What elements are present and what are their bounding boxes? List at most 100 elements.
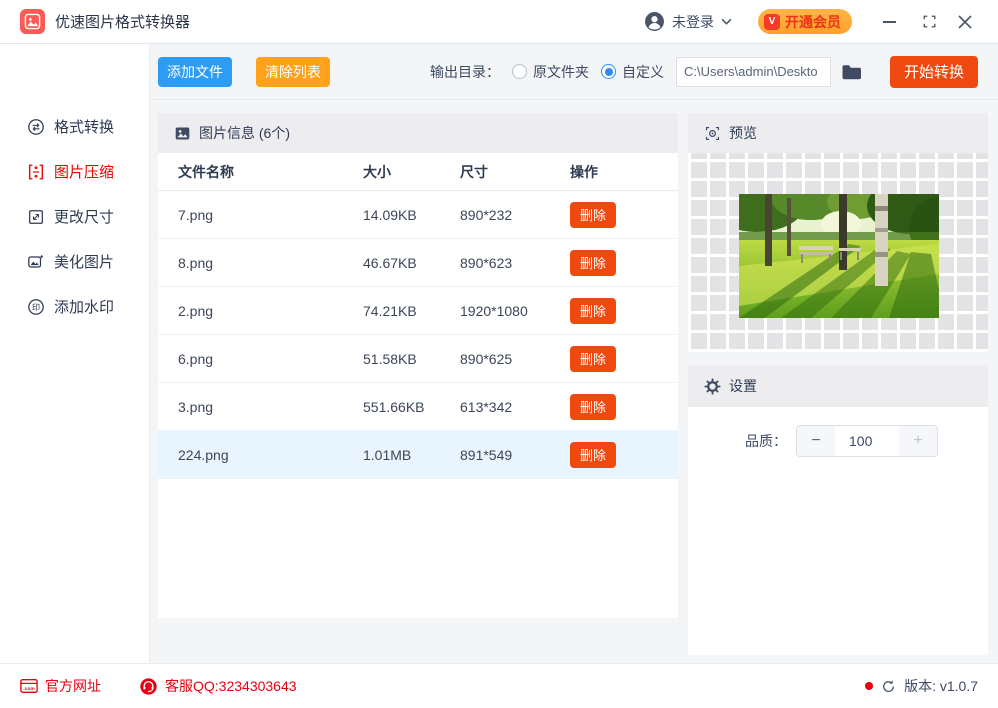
table-header-row: 文件名称 大小 尺寸 操作 [158,153,678,191]
file-name-cell: 7.png [178,206,214,223]
sidebar: 格式转换 图片压缩 更改尺寸 美化图片 印 添加水印 [0,44,150,663]
radio-custom-circle[interactable] [601,64,616,79]
folder-icon [842,64,861,79]
file-size-cell: 74.21KB [363,302,417,319]
image-compress-icon [29,164,43,179]
file-name-cell: 2.png [178,302,214,319]
table-row[interactable]: 2.png 74.21KB 1920*1080 删除 [158,287,678,335]
footer-bar: .com 官方网址 客服QQ:3234303643 版本: v1.0.7 [0,663,998,708]
preview-image[interactable] [739,194,939,318]
sidebar-item-watermark[interactable]: 印 添加水印 [0,284,149,329]
file-dimensions-cell: 890*625 [460,350,513,367]
file-action-cell: 删除 [570,201,678,228]
title-bar: 优速图片格式转换器 未登录 V 开通会员 [0,0,998,44]
quality-label: 品质： [745,433,787,449]
file-size-cell: 551.66KB [363,398,425,415]
radio-original-label: 原文件夹 [533,63,589,80]
user-icon [645,12,664,31]
close-button[interactable] [950,7,980,37]
resize-icon [29,209,43,224]
app-title: 优速图片格式转换器 [55,14,191,31]
format-convert-icon [28,118,44,135]
radio-original-folder[interactable]: 原文件夹 [512,62,589,82]
sidebar-item-resize[interactable]: 更改尺寸 [0,194,149,239]
app-logo-icon [20,9,45,34]
minimize-button[interactable] [874,7,904,37]
app-window: 优速图片格式转换器 未登录 V 开通会员 格式转换 图片压缩 更改尺寸 美化图片… [0,0,998,708]
maximize-icon [923,15,935,28]
file-size-cell: 1.01MB [363,446,412,463]
radio-original-circle[interactable] [512,64,527,79]
delete-button[interactable]: 删除 [570,345,616,372]
table-row[interactable]: 224.png 1.01MB 891*549 删除 [158,431,678,479]
file-action-cell: 删除 [570,345,678,372]
panel-gap [688,352,988,365]
settings-body: 品质： − + [688,407,988,655]
official-website-label: 官方网址 [45,678,101,694]
status-dot [865,682,874,690]
image-info-icon [175,127,190,139]
sidebar-item-label: 图片压缩 [54,164,115,181]
check-update-icon[interactable] [881,679,896,694]
quality-input[interactable] [835,426,899,456]
quality-decrease-button[interactable]: − [797,426,835,456]
version-value: v1.0.7 [939,678,978,694]
official-website-link[interactable]: .com 官方网址 [20,676,101,696]
radio-custom-folder[interactable]: 自定义 [601,62,664,82]
settings-header: 设置 [688,365,988,407]
sidebar-item-label: 更改尺寸 [54,209,115,226]
file-size-cell: 51.58KB [363,350,417,367]
clear-list-button[interactable]: 清除列表 [256,56,330,87]
file-action-cell: 删除 [570,393,678,420]
preview-header: 预览 [688,113,988,153]
column-size: 大小 [363,163,391,180]
delete-button[interactable]: 删除 [570,249,616,276]
sidebar-item-beautify[interactable]: 美化图片 [0,239,149,284]
gear-icon [704,377,721,395]
version-text: 版本: v1.0.7 [904,676,978,696]
close-icon [958,14,972,29]
delete-button[interactable]: 删除 [570,393,616,420]
column-dimensions: 尺寸 [460,163,488,180]
sidebar-item-image-compress[interactable]: 图片压缩 [0,149,149,194]
browse-folder-button[interactable] [841,63,862,81]
file-size-cell: 46.67KB [363,254,417,271]
version-label: 版本: [904,678,936,694]
table-row[interactable]: 6.png 51.58KB 890*625 删除 [158,335,678,383]
table-row[interactable]: 8.png 46.67KB 890*623 删除 [158,239,678,287]
output-dir-label: 输出目录： [430,63,500,80]
column-file-name: 文件名称 [178,163,234,180]
file-dimensions-cell: 890*232 [460,206,513,223]
maximize-button[interactable] [914,7,944,37]
start-convert-button[interactable]: 开始转换 [890,55,978,88]
add-watermark-icon: 印 [28,298,44,315]
file-list-title: 图片信息 (6个) [199,125,290,141]
website-icon: .com [20,679,38,693]
open-vip-label: 开通会员 [785,13,841,30]
open-vip-button[interactable]: V 开通会员 [758,9,852,34]
file-action-cell: 删除 [570,441,678,468]
file-list-header: 图片信息 (6个) [158,113,678,153]
file-action-cell: 删除 [570,249,678,276]
table-row[interactable]: 7.png 14.09KB 890*232 删除 [158,191,678,239]
quality-increase-button[interactable]: + [899,426,937,456]
file-size-cell: 14.09KB [363,206,417,223]
login-menu[interactable]: 未登录 [644,11,732,32]
customer-service-link[interactable]: 客服QQ:3234303643 [139,676,297,696]
sidebar-item-label: 格式转换 [54,119,115,136]
svg-text:印: 印 [32,302,40,311]
delete-button[interactable]: 删除 [570,297,616,324]
column-action: 操作 [570,163,598,180]
sidebar-item-format-convert[interactable]: 格式转换 [0,104,149,149]
preview-title: 预览 [729,125,757,141]
output-path-input[interactable] [676,56,831,87]
delete-button[interactable]: 删除 [570,441,616,468]
table-row[interactable]: 3.png 551.66KB 613*342 删除 [158,383,678,431]
file-dimensions-cell: 891*549 [460,446,513,463]
settings-title: 设置 [729,378,757,394]
radio-custom-label: 自定义 [622,63,664,80]
login-status-label: 未登录 [672,13,714,30]
delete-button[interactable]: 删除 [570,201,616,228]
add-files-button[interactable]: 添加文件 [158,56,232,87]
vip-badge-icon: V [764,13,780,30]
